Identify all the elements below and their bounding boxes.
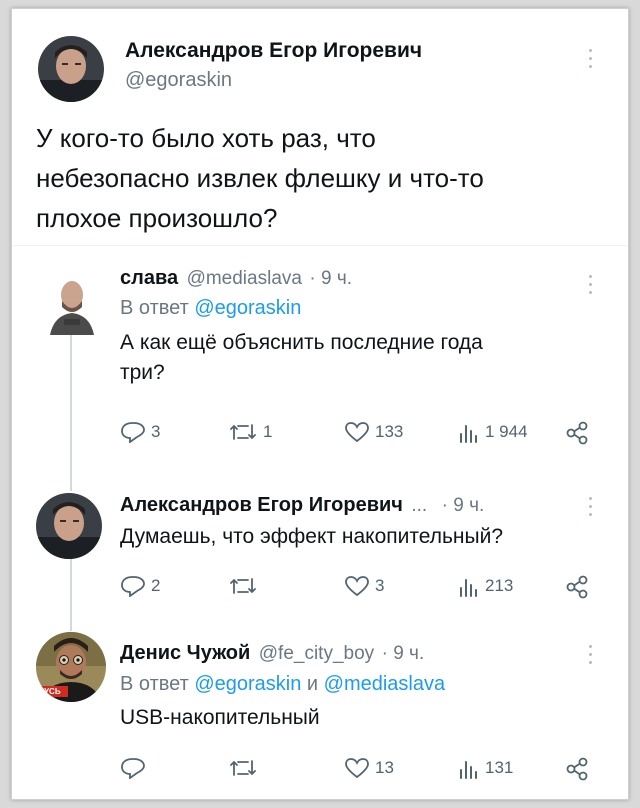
reply-to-handle[interactable]: @egoraskin <box>194 673 301 695</box>
reply-to-handle[interactable]: @mediaslava <box>324 673 445 695</box>
reply-action[interactable]: 2 <box>120 575 160 597</box>
divider <box>12 245 628 246</box>
reply-text-line: А как ещё объяснить последние года <box>120 331 483 354</box>
like-action[interactable]: 3 <box>344 575 384 597</box>
reply-text-line: три? <box>120 361 165 384</box>
reply-action[interactable] <box>120 757 146 779</box>
reply-to-line: В ответ @egoraskin и @mediaslava <box>120 673 445 696</box>
repost-action[interactable]: 1 <box>228 421 272 443</box>
reply-1-text: А как ещё объяснить последние года три? <box>120 328 590 388</box>
more-options-icon[interactable] <box>589 645 593 665</box>
reply-author-ellipsis: ... <box>411 495 428 516</box>
reply-to-line: В ответ @egoraskin <box>120 297 301 320</box>
like-action[interactable]: 133 <box>344 421 403 443</box>
repost-icon <box>230 760 256 776</box>
share-icon <box>566 575 588 599</box>
avatar-reply-slava[interactable] <box>48 271 96 335</box>
reply-time[interactable]: · 9 ч. <box>442 495 485 516</box>
reply-time[interactable]: · 9 ч. <box>309 268 352 289</box>
repost-action[interactable] <box>228 757 258 779</box>
views-count: 1 944 <box>485 422 528 441</box>
thread-line <box>70 335 72 491</box>
reply-prefix: В ответ <box>120 297 189 319</box>
reply-3-header: Денис Чужой @fe_city_boy · 9 ч. <box>120 642 424 665</box>
views-count: 213 <box>485 576 514 595</box>
reply-and: и <box>306 673 319 695</box>
like-count: 13 <box>375 758 394 777</box>
reply-icon <box>121 422 145 443</box>
reply-author-handle[interactable]: @mediaslava <box>187 268 302 289</box>
reply-3-text: USB-накопительный <box>120 703 590 733</box>
reply-1-header: слава @mediaslava · 9 ч. <box>120 267 352 290</box>
reply-action[interactable]: 3 <box>120 421 160 443</box>
reply-count: 3 <box>151 422 161 441</box>
repost-icon <box>230 424 256 440</box>
avatar-main-author[interactable] <box>38 36 104 102</box>
reply-2-header: Александров Егор Игоревич ... · 9 ч. <box>120 494 484 517</box>
reply-2-text: Думаешь, что эффект накопительный? <box>120 522 600 552</box>
avatar-badge: КУСЬ <box>39 687 61 696</box>
reply-text-line: Думаешь, что эффект накопительный? <box>120 525 504 548</box>
reply-author-name[interactable]: Александров Егор Игоревич <box>120 494 403 516</box>
reply-author-handle[interactable]: @fe_city_boy <box>259 643 374 664</box>
share-action[interactable] <box>565 421 589 445</box>
avatar-reply-egor[interactable] <box>36 493 102 559</box>
reply-to-handle[interactable]: @egoraskin <box>194 297 301 319</box>
reply-icon <box>121 576 145 597</box>
reply-text-line: USB-накопительный <box>120 706 320 729</box>
views-icon <box>460 579 477 597</box>
views-icon <box>460 425 477 443</box>
main-post-line: небезопасно извлек флешку и что-то <box>36 163 484 193</box>
thread-line <box>70 559 72 631</box>
more-options-icon[interactable] <box>589 497 593 517</box>
share-action[interactable] <box>565 757 589 781</box>
repost-count: 1 <box>263 422 273 441</box>
views-icon <box>460 761 477 779</box>
main-post-line: плохое произошло? <box>36 203 278 233</box>
share-action[interactable] <box>565 575 589 599</box>
views-action[interactable]: 131 <box>458 757 513 779</box>
heart-icon <box>345 758 369 779</box>
share-icon <box>566 757 588 781</box>
views-count: 131 <box>485 758 514 777</box>
views-action[interactable]: 1 944 <box>458 421 528 443</box>
share-icon <box>566 421 588 445</box>
reply-author-name[interactable]: слава <box>120 267 178 289</box>
reply-prefix: В ответ <box>120 673 189 695</box>
screenshot-frame: Александров Егор Игоревич @egoraskin У к… <box>11 8 629 800</box>
like-count: 3 <box>375 576 385 595</box>
main-post-text: У кого-то было хоть раз, что небезопасно… <box>36 118 616 238</box>
more-options-icon[interactable] <box>589 275 593 295</box>
like-action[interactable]: 13 <box>344 757 394 779</box>
avatar-reply-denis[interactable]: КУСЬ <box>36 632 106 702</box>
more-options-icon[interactable] <box>589 49 593 69</box>
like-count: 133 <box>375 422 404 441</box>
views-action[interactable]: 213 <box>458 575 513 597</box>
reply-time[interactable]: · 9 ч. <box>382 643 425 664</box>
main-author-name[interactable]: Александров Егор Игоревич <box>125 39 422 63</box>
main-author-handle[interactable]: @egoraskin <box>125 69 232 92</box>
repost-action[interactable] <box>228 575 258 597</box>
heart-icon <box>345 576 369 597</box>
heart-icon <box>345 422 369 443</box>
reply-icon <box>121 758 145 779</box>
main-post-line: У кого-то было хоть раз, что <box>36 123 376 153</box>
reply-author-name[interactable]: Денис Чужой <box>120 642 250 664</box>
reply-count: 2 <box>151 576 161 595</box>
repost-icon <box>230 578 256 594</box>
